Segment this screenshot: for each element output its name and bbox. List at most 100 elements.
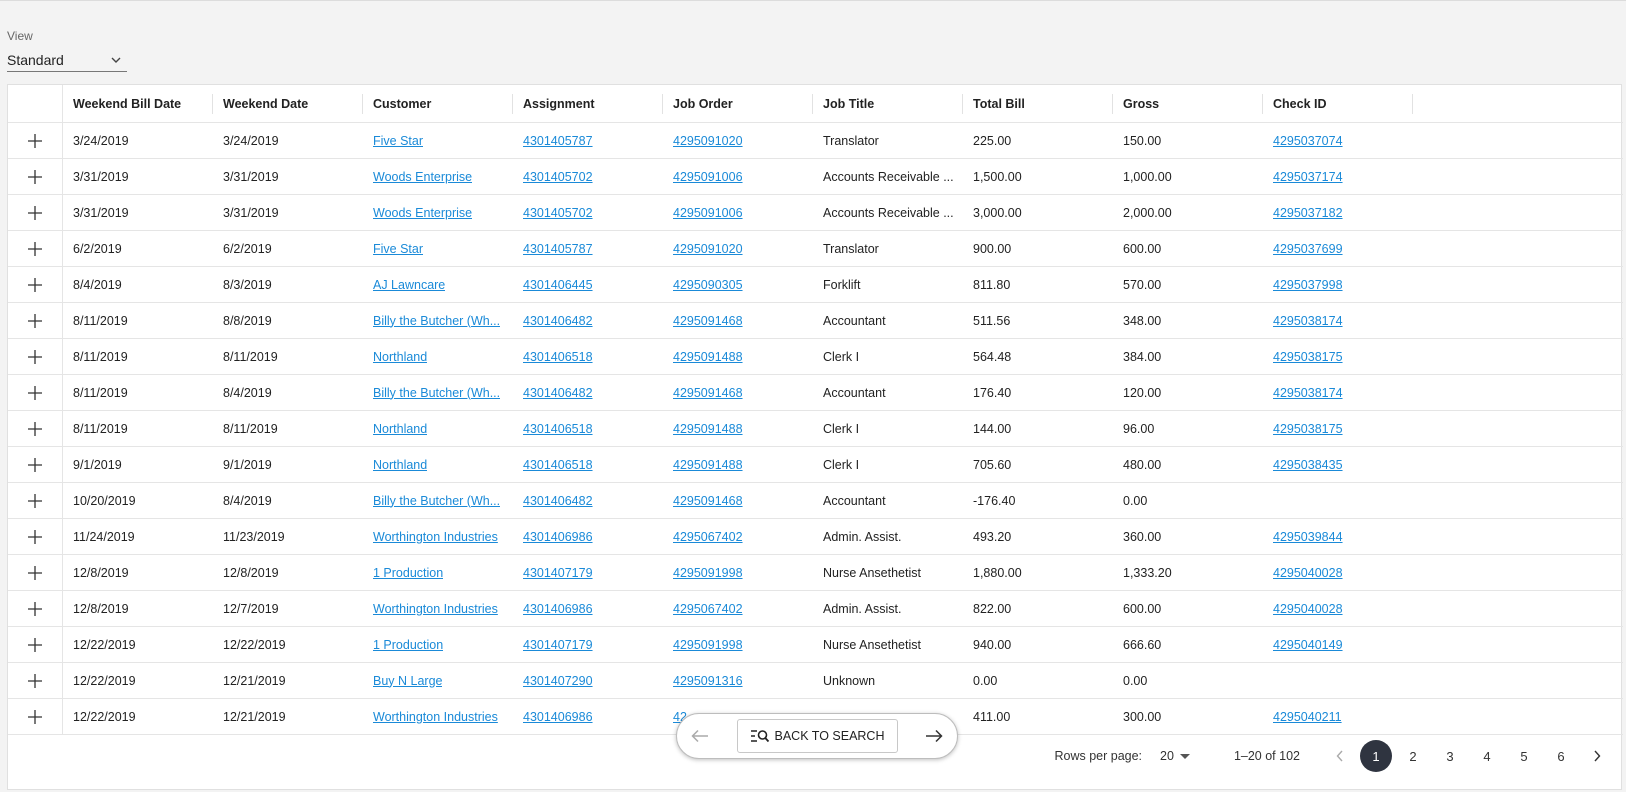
customer-link[interactable]: 1 Production: [373, 638, 443, 652]
previous-record-button[interactable]: [689, 725, 711, 747]
customer-link[interactable]: Billy the Butcher (Wh...: [373, 494, 500, 508]
job-order-link[interactable]: 4295091468: [673, 386, 743, 400]
job-order-link[interactable]: 4295091998: [673, 638, 743, 652]
customer-link[interactable]: AJ Lawncare: [373, 278, 445, 292]
next-record-button[interactable]: [923, 725, 945, 747]
expand-row-button[interactable]: [8, 447, 63, 482]
assignment-link[interactable]: 4301405787: [523, 134, 593, 148]
job-order-link[interactable]: 4295091468: [673, 314, 743, 328]
check-id-link[interactable]: 4295037174: [1273, 170, 1343, 184]
assignment-link[interactable]: 4301407179: [523, 566, 593, 580]
assignment-link[interactable]: 4301405787: [523, 242, 593, 256]
expand-row-button[interactable]: [8, 267, 63, 302]
rows-per-page-select[interactable]: 20: [1160, 749, 1190, 763]
check-id-link[interactable]: 4295037182: [1273, 206, 1343, 220]
expand-row-button[interactable]: [8, 339, 63, 374]
customer-link[interactable]: Woods Enterprise: [373, 170, 472, 184]
customer-link[interactable]: Billy the Butcher (Wh...: [373, 314, 500, 328]
page-button-6[interactable]: 6: [1545, 740, 1577, 772]
page-button-4[interactable]: 4: [1471, 740, 1503, 772]
expand-row-button[interactable]: [8, 411, 63, 446]
assignment-link[interactable]: 4301406445: [523, 278, 593, 292]
check-id-link[interactable]: 4295038174: [1273, 314, 1343, 328]
column-header-total-bill[interactable]: Total Bill: [963, 85, 1113, 122]
assignment-link[interactable]: 4301406482: [523, 494, 593, 508]
check-id-link[interactable]: 4295040028: [1273, 602, 1343, 616]
next-page-button[interactable]: [1583, 740, 1611, 772]
customer-link[interactable]: Billy the Butcher (Wh...: [373, 386, 500, 400]
column-header-check-id[interactable]: Check ID: [1263, 85, 1413, 122]
job-order-link[interactable]: 4295091488: [673, 422, 743, 436]
check-id-link[interactable]: 4295040149: [1273, 638, 1343, 652]
expand-row-button[interactable]: [8, 627, 63, 662]
page-button-3[interactable]: 3: [1434, 740, 1466, 772]
expand-row-button[interactable]: [8, 195, 63, 230]
job-order-link[interactable]: 4295091316: [673, 674, 743, 688]
check-id-link[interactable]: 4295037699: [1273, 242, 1343, 256]
job-order-link[interactable]: 4295067402: [673, 602, 743, 616]
column-header-job-title[interactable]: Job Title: [813, 85, 963, 122]
check-id-link[interactable]: 4295038175: [1273, 350, 1343, 364]
job-order-link[interactable]: 4295091006: [673, 170, 743, 184]
assignment-link[interactable]: 4301406482: [523, 386, 593, 400]
expand-row-button[interactable]: [8, 303, 63, 338]
job-order-link[interactable]: 4295090305: [673, 278, 743, 292]
expand-row-button[interactable]: [8, 555, 63, 590]
assignment-link[interactable]: 4301406518: [523, 422, 593, 436]
expand-row-button[interactable]: [8, 519, 63, 554]
customer-link[interactable]: Northland: [373, 458, 427, 472]
page-button-5[interactable]: 5: [1508, 740, 1540, 772]
column-header-customer[interactable]: Customer: [363, 85, 513, 122]
check-id-link[interactable]: 4295038175: [1273, 422, 1343, 436]
assignment-link[interactable]: 4301405702: [523, 170, 593, 184]
customer-link[interactable]: Worthington Industries: [373, 602, 498, 616]
column-header-weekend-date[interactable]: Weekend Date: [213, 85, 363, 122]
expand-row-button[interactable]: [8, 159, 63, 194]
check-id-link[interactable]: 4295040211: [1273, 710, 1342, 724]
customer-link[interactable]: 1 Production: [373, 566, 443, 580]
job-order-link[interactable]: 4295091020: [673, 134, 743, 148]
customer-link[interactable]: Woods Enterprise: [373, 206, 472, 220]
job-order-link[interactable]: 4295091020: [673, 242, 743, 256]
column-header-assignment[interactable]: Assignment: [513, 85, 663, 122]
expand-row-button[interactable]: [8, 483, 63, 518]
job-order-link[interactable]: 4295091488: [673, 350, 743, 364]
check-id-link[interactable]: 4295038174: [1273, 386, 1343, 400]
job-order-link[interactable]: 4295091998: [673, 566, 743, 580]
job-order-link[interactable]: 4295091006: [673, 206, 743, 220]
column-header-gross[interactable]: Gross: [1113, 85, 1263, 122]
check-id-link[interactable]: 4295037074: [1273, 134, 1343, 148]
assignment-link[interactable]: 4301406518: [523, 350, 593, 364]
check-id-link[interactable]: 4295040028: [1273, 566, 1343, 580]
customer-link[interactable]: Five Star: [373, 134, 423, 148]
assignment-link[interactable]: 4301406986: [523, 710, 593, 724]
assignment-link[interactable]: 4301406986: [523, 602, 593, 616]
job-order-link[interactable]: 4295091468: [673, 494, 743, 508]
customer-link[interactable]: Worthington Industries: [373, 710, 498, 724]
job-order-link[interactable]: 4295067402: [673, 530, 743, 544]
previous-page-button[interactable]: [1326, 740, 1354, 772]
assignment-link[interactable]: 4301405702: [523, 206, 593, 220]
assignment-link[interactable]: 4301406986: [523, 530, 593, 544]
expand-row-button[interactable]: [8, 375, 63, 410]
customer-link[interactable]: Worthington Industries: [373, 530, 498, 544]
back-to-search-button[interactable]: BACK TO SEARCH: [736, 719, 898, 753]
column-header-job-order[interactable]: Job Order: [663, 85, 813, 122]
expand-row-button[interactable]: [8, 591, 63, 626]
expand-row-button[interactable]: [8, 123, 63, 158]
assignment-link[interactable]: 4301407290: [523, 674, 593, 688]
assignment-link[interactable]: 4301407179: [523, 638, 593, 652]
job-order-link[interactable]: 4295091488: [673, 458, 743, 472]
customer-link[interactable]: Northland: [373, 422, 427, 436]
expand-row-button[interactable]: [8, 663, 63, 698]
customer-link[interactable]: Northland: [373, 350, 427, 364]
page-button-2[interactable]: 2: [1397, 740, 1429, 772]
check-id-link[interactable]: 4295039844: [1273, 530, 1343, 544]
view-dropdown[interactable]: Standard: [7, 49, 127, 72]
page-button-1[interactable]: 1: [1360, 740, 1392, 772]
assignment-link[interactable]: 4301406518: [523, 458, 593, 472]
customer-link[interactable]: Buy N Large: [373, 674, 442, 688]
expand-row-button[interactable]: [8, 231, 63, 266]
customer-link[interactable]: Five Star: [373, 242, 423, 256]
check-id-link[interactable]: 4295038435: [1273, 458, 1343, 472]
